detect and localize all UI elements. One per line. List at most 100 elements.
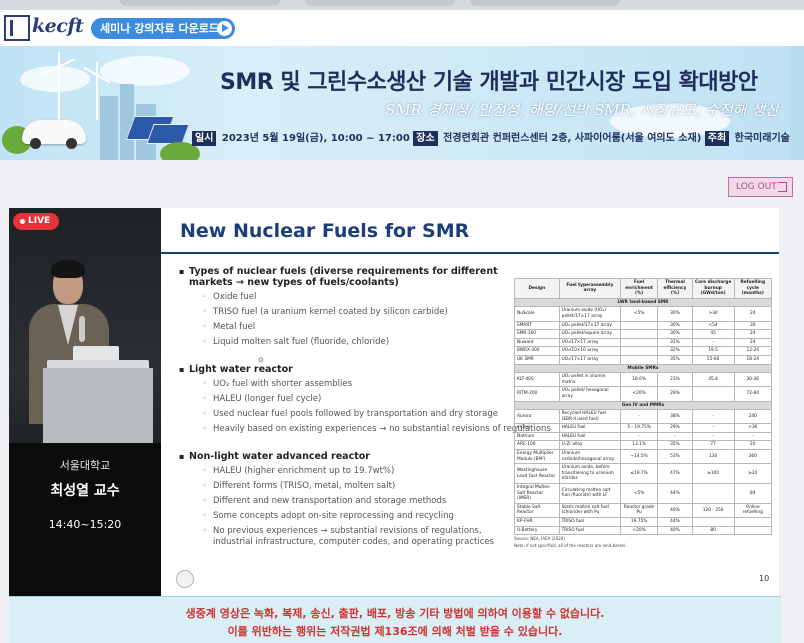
table-row: Energy Multiplier Module (EM²) Uranium ca… (514, 449, 773, 465)
cloud-shape (20, 66, 90, 92)
bullet-item: Some concepts adopt on-site reprocessing… (179, 511, 509, 522)
bullet-item: UO₂ fuel with shorter assemblies (179, 379, 509, 390)
table-group-label: Gen IV and MMRs (514, 400, 772, 411)
download-materials-button[interactable]: 세미나 강의자료 다운로드 (91, 18, 235, 39)
table-cell: 35% (657, 354, 693, 365)
site-header: kecft 세미나 강의자료 다운로드 (0, 10, 804, 46)
bullet-heading: Light water reactor (179, 364, 509, 375)
table-cell: ARC-100 (514, 440, 560, 451)
table-header-cell: Design (514, 278, 560, 299)
mouse-cursor-icon: ⊙ (258, 356, 264, 364)
table-cell: 53% (657, 449, 693, 465)
car-wheel (30, 138, 41, 149)
table-cell: ≤19.7% (620, 463, 659, 485)
wind-turbine-icon (58, 52, 60, 122)
table-cell (691, 517, 735, 527)
table-cell: HALEU fuel (558, 423, 622, 433)
bullet-item: Oxide fuel (179, 292, 509, 303)
table-row: eVinci HALEU fuel 5 - 19.75% 29% - >36 (514, 423, 773, 433)
table-cell (620, 320, 659, 331)
table-cell: Energy Multiplier Module (EM²) (514, 449, 560, 465)
banner-title: SMR 및 그린수소생산 기술 개발과 민간시장 도입 확대방안 (220, 70, 758, 95)
table-cell: - (620, 409, 659, 425)
table-cell: U-Zr alloy (558, 440, 622, 451)
table-cell: Westinghouse Lead Fast Reactor (514, 463, 560, 485)
table-cell: 30% (657, 320, 693, 331)
table-cell: 12-24 (733, 346, 773, 356)
table-cell: 44% (657, 483, 693, 504)
bullet-section: Types of nuclear fuels (diverse requirem… (179, 266, 509, 348)
table-cell: 30 (733, 320, 773, 331)
table-cell: UO₂ pellet/17×17 array (558, 320, 622, 331)
bullet-item: HALEU (higher enrichment up to 19.7wt%) (179, 466, 509, 477)
event-date: 2023년 5월 19일(금), 10:00 ~ 17:00 (221, 133, 410, 144)
table-body: LWR land-based SMR NuScale Uranium oxide (… (514, 297, 773, 536)
table-cell: ~14.5% (620, 449, 659, 465)
table-cell: 130 (691, 449, 735, 465)
table-cell: 5 - 19.75% (620, 423, 659, 433)
bullet-heading: Types of nuclear fuels (diverse requirem… (179, 266, 509, 288)
table-cell: UO₂/10×10 array (558, 346, 622, 356)
car-wheel (66, 138, 77, 149)
bullet-item: Heavily based on existing experiences → … (179, 424, 551, 435)
table-cell: TRISO fuel (558, 517, 622, 527)
bullet-section: Non-light water advanced reactor HALEU (… (179, 451, 509, 548)
table-cell: 30% (657, 329, 693, 339)
bullet-item: Liquid molten salt fuel (fluoride, chlor… (179, 337, 509, 348)
table-cell: 72-84 (733, 386, 773, 402)
table-group-row: Gen IV and MMRs (514, 400, 772, 411)
table-cell (733, 517, 773, 527)
banner-event-info: 일시 2023년 5월 19일(금), 10:00 ~ 17:00 장소 전경련… (192, 130, 804, 148)
table-cell: 47% (657, 463, 693, 485)
site-logo[interactable]: kecft (4, 14, 86, 42)
banner-subtitle: SMR 경제성/ 안전성, 해양/선박 SMR, 시장규모, 수전해 생산 (385, 101, 779, 119)
table-row: Westinghouse Lead Fast Reactor Uranium ox… (514, 463, 773, 485)
host-tag: 주최 (704, 131, 730, 146)
speaker-school: 서울대학교 (59, 459, 111, 472)
tab-shape (470, 0, 620, 6)
table-cell: Natrium (514, 431, 560, 442)
table-row: ARC-100 U-Zr alloy 13.1% 35% 77 20 (514, 440, 773, 451)
table-cell: Online refuelling (733, 502, 773, 519)
table-cell (691, 483, 735, 504)
table-cell: SMR-160 (514, 329, 560, 339)
table-cell: eVinci (514, 423, 560, 433)
table-row: NuScale Uranium oxide (UO₂) pellet/17×17 … (514, 306, 773, 322)
table-cell: Circulating molten salt fuel (fluoride) … (558, 483, 622, 504)
speaker-info: 서울대학교 최성열 교수 14:40~15:20 (9, 443, 161, 596)
table-cell: >36 (733, 423, 773, 433)
table-cell: Static molten salt fuel (chloride) with … (558, 502, 622, 519)
table-row: Natrium HALEU fuel - - - - (514, 431, 773, 442)
solar-panel-icon (146, 124, 190, 144)
seminar-banner: SMR 및 그린수소생산 기술 개발과 민간시장 도입 확대방안 SMR 경제성… (0, 46, 804, 160)
table-row: RITM-200 UO₂ pellet/ hexagonal array <20% 2… (514, 386, 773, 402)
table-cell (620, 346, 659, 356)
bullet-item: HALEU (longer fuel cycle) (179, 394, 509, 405)
table-cell: - (657, 431, 693, 442)
table-cell: 120 - 250 (691, 502, 735, 519)
speaker-video[interactable]: LIVE 서울대학교 최성열 교수 14:40~15:20 (9, 208, 161, 596)
live-badge: LIVE (13, 213, 59, 230)
table-cell: - (691, 337, 735, 348)
slide-title-rule (161, 252, 779, 254)
table-cell: HALEU fuel (558, 431, 622, 442)
table-cell: BWRX-300 (514, 346, 560, 356)
table-cell: <20% (620, 386, 659, 402)
table-cell (620, 354, 659, 365)
table-cell (691, 386, 735, 402)
table-cell: KP-FHR (514, 517, 560, 527)
table-cell: - (733, 431, 773, 442)
table-cell: 80 (691, 525, 735, 536)
table-cell: ≥100 (691, 463, 735, 485)
table-row: Stable Salt Reactor Static molten salt fu… (514, 502, 773, 519)
table-row: Integral Molten Salt Reactor (IMSR) Circu… (514, 483, 773, 504)
slide-title: New Nuclear Fuels for SMR (180, 220, 470, 242)
table-cell: SMART (514, 320, 560, 331)
logout-button[interactable]: LOG OUT (728, 177, 793, 197)
table-cell: >30 (691, 306, 735, 322)
table-cell: 24 (733, 329, 773, 339)
table-cell (620, 329, 659, 339)
table-cell: 44% (657, 517, 693, 527)
table-row: SMART UO₂ pellet/17×17 array 30% <54 30 (514, 320, 773, 331)
table-cell: UK SMR (514, 354, 560, 365)
